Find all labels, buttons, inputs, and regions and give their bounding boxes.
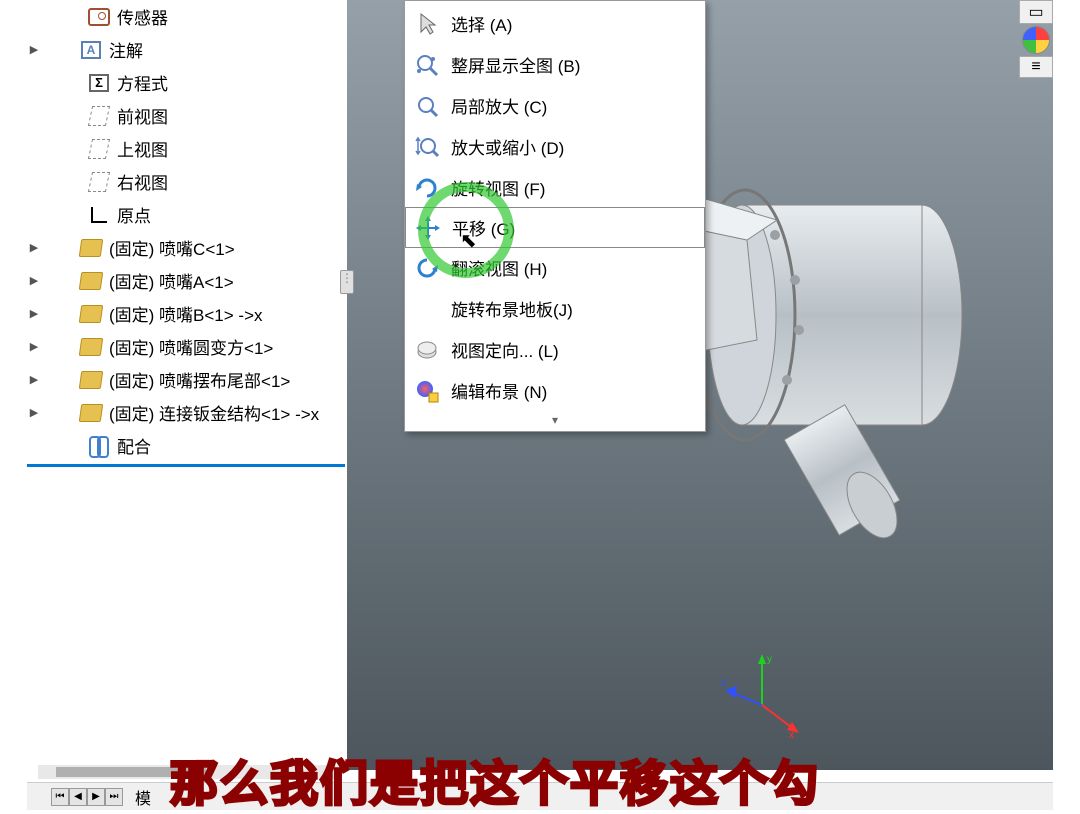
menu-item-pan[interactable]: 平移 (G) [405,207,705,248]
right-toolbar: ▭ ≡ [1019,0,1053,79]
feature-tree-panel: 传感器 ▶ A注解 Σ方程式前视图上视图右视图原点 ▶ (固定) 喷嘴C<1> ▶ (固定) … [27,0,347,770]
menu-item-label: 选择 (A) [451,11,512,36]
tree-selection-bar [27,464,345,467]
panel-splitter-handle[interactable] [340,270,354,294]
mate-icon [87,434,111,458]
orient-icon [409,332,445,368]
menu-item-rotate[interactable]: 旋转视图 (F) [405,167,705,208]
none-icon [409,291,445,327]
menu-item-zoomarea[interactable]: 局部放大 (C) [405,85,705,126]
tree-item-label: (固定) 喷嘴圆变方<1> [109,334,273,359]
menu-item-roll[interactable]: 翻滚视图 (H) [405,247,705,288]
video-subtitle: 那么我们是把这个平移这个勾 [170,744,820,814]
tree-item-label: (固定) 喷嘴B<1> ->x [109,301,263,326]
tree-item-6[interactable]: 原点 [27,198,347,231]
tree-item-label: 配合 [117,433,151,458]
tree-item-label: (固定) 喷嘴摆布尾部<1> [109,367,290,392]
menu-item-zoom[interactable]: 放大或缩小 (D) [405,126,705,167]
part-icon [79,236,103,260]
tab-nav-next[interactable]: ▶ [87,788,105,806]
expand-arrow-icon[interactable]: ▶ [27,373,41,386]
menu-item-label: 翻滚视图 (H) [451,255,547,280]
menu-expand-more[interactable]: ▾ [405,411,705,429]
view-context-menu: 选择 (A) 整屏显示全图 (B) 局部放大 (C) 放大或缩小 (D) 旋转视图 (F… [404,0,706,432]
part-icon [79,401,103,425]
tree-item-label: (固定) 喷嘴A<1> [109,268,234,293]
expand-arrow-icon[interactable]: ▶ [27,307,41,320]
expand-arrow-icon[interactable]: ▶ [27,406,41,419]
tree-item-label: 前视图 [117,103,168,128]
zoomfit-icon [409,47,445,83]
tab-nav-first[interactable]: ⏮ [51,788,69,806]
tree-item-label: 右视图 [117,169,168,194]
part-icon [79,368,103,392]
tree-item-12[interactable]: ▶ (固定) 连接钣金结构<1> ->x [27,396,347,429]
expand-arrow-icon[interactable]: ▶ [27,340,41,353]
cursor-icon [409,6,445,42]
expand-arrow-icon[interactable]: ▶ [27,43,41,56]
tree-item-8[interactable]: ▶ (固定) 喷嘴A<1> [27,264,347,297]
annot-icon: A [79,38,103,62]
tree-item-13[interactable]: 配合 [27,429,347,462]
menu-item-zoomfit[interactable]: 整屏显示全图 (B) [405,44,705,85]
tree-item-5[interactable]: 右视图 [27,165,347,198]
tree-item-10[interactable]: ▶ (固定) 喷嘴圆变方<1> [27,330,347,363]
part-icon [79,302,103,326]
menu-item-label: 编辑布景 (N) [451,378,547,403]
tree-item-7[interactable]: ▶ (固定) 喷嘴C<1> [27,231,347,264]
menu-item-label: 局部放大 (C) [451,93,547,118]
zoom-icon [409,129,445,165]
pan-icon [410,210,446,246]
toolbar-button-1[interactable]: ▭ [1019,0,1053,24]
rotate-icon [409,170,445,206]
part-icon [79,335,103,359]
tab-nav-last[interactable]: ⏭ [105,788,123,806]
menu-item-label: 视图定向... (L) [451,337,559,362]
tree-item-label: 原点 [117,202,151,227]
expand-arrow-icon[interactable]: ▶ [27,274,41,287]
tree-item-1[interactable]: ▶ A注解 [27,33,347,66]
tree-item-4[interactable]: 上视图 [27,132,347,165]
editscene-icon [409,373,445,409]
part-icon [79,269,103,293]
menu-item-orient[interactable]: 视图定向... (L) [405,329,705,370]
tree-item-11[interactable]: ▶ (固定) 喷嘴摆布尾部<1> [27,363,347,396]
toolbar-list-button[interactable]: ≡ [1019,56,1053,78]
roll-icon [409,250,445,286]
menu-item-label: 旋转布景地板(J) [451,296,573,321]
tree-item-label: 上视图 [117,136,168,161]
sigma-icon: Σ [87,71,111,95]
plane-icon [87,137,111,161]
appearance-sphere-icon[interactable] [1022,26,1050,54]
tab-nav-prev[interactable]: ◀ [69,788,87,806]
tree-item-label: (固定) 喷嘴C<1> [109,235,235,260]
origin-icon [87,203,111,227]
plane-icon [87,104,111,128]
tree-item-0[interactable]: 传感器 [27,0,347,33]
tab-label[interactable]: 模 [135,785,151,809]
menu-item-label: 整屏显示全图 (B) [451,52,580,77]
plane-icon [87,170,111,194]
menu-item-label: 旋转视图 (F) [451,175,545,200]
menu-item-editscene[interactable]: 编辑布景 (N) [405,370,705,411]
menu-item-cursor[interactable]: 选择 (A) [405,3,705,44]
tree-item-2[interactable]: Σ方程式 [27,66,347,99]
tree-item-label: 传感器 [117,4,168,29]
tree-item-label: 注解 [109,37,143,62]
menu-item-label: 放大或缩小 (D) [451,134,564,159]
expand-arrow-icon[interactable]: ▶ [27,241,41,254]
tree-item-9[interactable]: ▶ (固定) 喷嘴B<1> ->x [27,297,347,330]
menu-item-none[interactable]: 旋转布景地板(J) [405,288,705,329]
tree-item-label: (固定) 连接钣金结构<1> ->x [109,400,319,425]
zoomarea-icon [409,88,445,124]
menu-item-label: 平移 (G) [452,215,515,240]
tree-item-3[interactable]: 前视图 [27,99,347,132]
tree-item-label: 方程式 [117,70,168,95]
sensor-icon [87,5,111,29]
